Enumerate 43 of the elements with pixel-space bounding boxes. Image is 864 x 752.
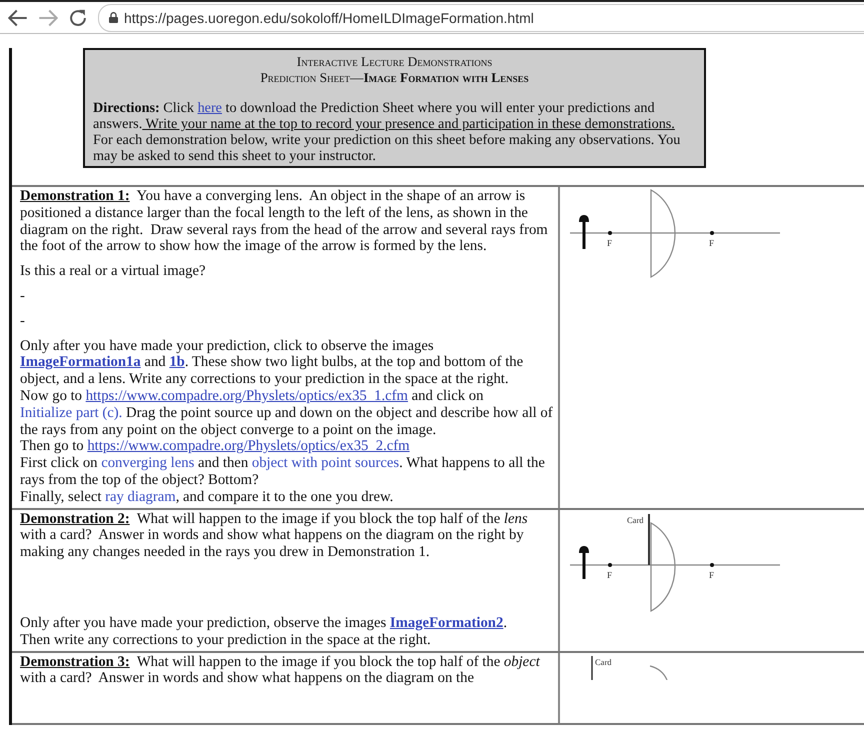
focal-label: F — [607, 238, 612, 248]
paragraph: Then write any corrections to your prediction in the space at the right. — [20, 632, 432, 649]
object-arrow — [579, 215, 589, 249]
link[interactable]: https://www.compadre.org/Physlets/optics/ex35_1.cfm — [86, 388, 408, 404]
paragraph: Demonstration 3: What will happen to the image if you block the top half of the object with a card? Answer in words and show what happens on the diagram on the — [20, 654, 541, 688]
link[interactable]: Initialize part (c). — [20, 404, 122, 421]
paragraph: Then go to https://www.compadre.org/Physlets/optics/ex35_2.cfm — [20, 438, 411, 456]
lock-icon — [109, 12, 118, 23]
paragraph: Only after you have made your prediction, observe the images ImageFormation2. — [20, 614, 508, 632]
paragraph: Demonstration 2: What will happen to the image if you block the top half of the lens with a card? Answer in words and show what happens on the diagram on the right by making any changes needed in the rays you drew in Demonstration 1. — [20, 510, 529, 561]
link[interactable]: converging lens — [101, 455, 194, 472]
paragraph: - — [20, 288, 26, 305]
directions-text: Directions: Click here to download the Prediction Sheet where you will enter your predictions and answers. Write your name at the top to record your presence and participation in these demonstrations. For each demonstration below, write your prediction on this sheet before making any observations. You may be asked to send this sheet to your instructor. — [93, 100, 682, 164]
link[interactable]: ImageFormation1a — [20, 354, 141, 370]
paragraph: First click on converging lens and then object with point sources. What happens to all the rays from the top of the object? Bottom? — [20, 455, 546, 489]
card-label: Card — [627, 514, 644, 525]
focal-point — [710, 231, 714, 235]
link[interactable]: object with point sources — [252, 455, 400, 472]
link[interactable]: ray diagram — [105, 488, 176, 505]
card-label: Card — [595, 656, 612, 667]
link[interactable]: https://www.compadre.org/Physlets/optics/ex35_2.cfm — [87, 438, 410, 454]
focal-point — [710, 562, 714, 567]
lens — [650, 664, 668, 680]
focal-label: F — [607, 570, 612, 580]
focal-label: F — [709, 238, 714, 248]
object-arrow — [579, 546, 589, 579]
back-icon[interactable] — [8, 8, 28, 28]
focal-label: F — [709, 570, 714, 580]
reload-icon[interactable] — [68, 8, 88, 28]
paragraph: Now go to https://www.compadre.org/Physlets/optics/ex35_1.cfm and click on Initialize part (c). Drag the point source up and down on the object and describe how all of the rays from any point on the object converge to a point on the image. — [20, 388, 554, 438]
address-field[interactable]: https://pages.uoregon.edu/sokoloff/HomeILDImageFormation.html — [98, 4, 864, 32]
paragraph: Is this a real or a virtual image? — [20, 263, 207, 280]
paragraph: Finally, select ray diagram, and compare it to the one you drew. — [20, 488, 394, 506]
focal-point — [608, 562, 612, 567]
link[interactable]: 1b — [169, 354, 185, 370]
link[interactable]: here — [198, 100, 222, 116]
paragraph: Only after you have made your prediction, click to observe the images ImageFormation1a and 1b. These show two light bulbs, at the top and bottom of the object, and a lens. Write any corrections to your prediction in the space at the right. — [20, 338, 524, 388]
link[interactable]: ImageFormation2 — [390, 614, 504, 631]
page-title: Interactive Lecture Demonstrations — [296, 54, 494, 70]
paragraph: Demonstration 1: You have a converging lens. An object in the shape of an arrow is positioned a distance larger than the focal length to the left of the lens, as shown in the diagram on the right. Draw several rays from the head of the arrow and several rays from the foot of the arrow to show how the image of the arrow is formed by the lens. — [20, 188, 549, 256]
focal-point — [608, 231, 612, 235]
paragraph: - — [20, 312, 26, 330]
page-subtitle: Prediction Sheet—Image Formation with Lenses — [259, 70, 530, 86]
